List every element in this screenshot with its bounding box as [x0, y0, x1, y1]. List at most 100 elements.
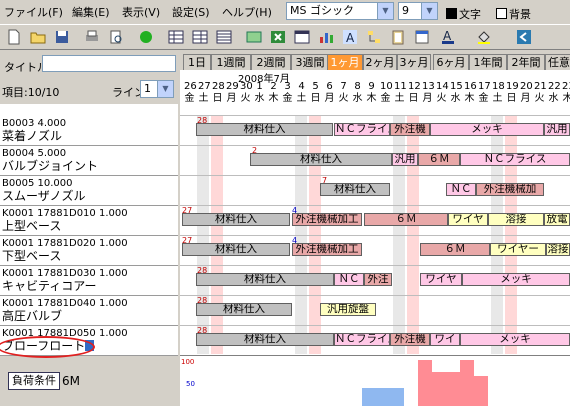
task-bar[interactable]: 放電: [544, 213, 570, 226]
print-icon[interactable]: [84, 29, 100, 45]
list-item[interactable]: B0003 4.000 菜着ノズル: [0, 116, 178, 146]
font-size-value: 9: [402, 4, 409, 17]
task-bar[interactable]: メッキ: [460, 333, 570, 346]
tab-3months[interactable]: 3ヶ月: [397, 54, 431, 70]
task-bar[interactable]: ワイヤー: [490, 243, 546, 256]
task-bar[interactable]: 外注機: [390, 333, 430, 346]
task-bar[interactable]: 材料仕入: [196, 273, 334, 286]
menu-edit[interactable]: 編集(E): [72, 4, 110, 20]
title-input[interactable]: [42, 55, 176, 72]
task-bar[interactable]: 材料仕入: [250, 153, 392, 166]
task-bar[interactable]: 材料仕入: [196, 123, 333, 136]
chevron-down-icon[interactable]: ▼: [421, 3, 437, 19]
histogram-bar: [390, 388, 404, 406]
green-dot-icon[interactable]: [138, 29, 154, 45]
list-item[interactable]: B0005 10.000 スムーザノズル: [0, 176, 178, 206]
task-bar[interactable]: ＮＣ: [334, 273, 364, 286]
chevron-down-icon[interactable]: ▼: [157, 81, 173, 97]
grid1-icon[interactable]: [168, 29, 184, 45]
grid3-icon[interactable]: [216, 29, 232, 45]
task-bar[interactable]: ＮＣフライス: [460, 153, 570, 166]
task-bar[interactable]: ワイヤ: [448, 213, 488, 226]
task-bar[interactable]: ６Ｍ: [418, 153, 460, 166]
task-bar[interactable]: メッキ: [462, 273, 570, 286]
tab-3weeks[interactable]: 3週間: [291, 54, 329, 70]
line-select[interactable]: 1 ▼: [140, 80, 174, 98]
tab-1year[interactable]: 1年間: [469, 54, 507, 70]
task-bar[interactable]: 材料仕入: [196, 333, 334, 346]
task-bar[interactable]: 材料仕入: [182, 243, 290, 256]
task-bar[interactable]: 汎用: [544, 123, 570, 136]
text-color-swatch: [446, 8, 457, 19]
histogram-bar: [432, 372, 446, 406]
clipboard-icon[interactable]: [390, 29, 406, 45]
list-item-selected[interactable]: K0001 17881D050 1.000 ブローフロート: [0, 326, 178, 358]
chart-icon[interactable]: [318, 29, 334, 45]
histogram-bar: [460, 360, 474, 406]
task-bar[interactable]: 材料仕入: [196, 303, 292, 316]
task-bar[interactable]: 外注機械加工: [292, 213, 362, 226]
preview-icon[interactable]: [108, 29, 124, 45]
task-bar[interactable]: ６Ｍ: [420, 243, 490, 256]
tab-2weeks[interactable]: 2週間: [251, 54, 291, 70]
font-name-value: MS ゴシック: [290, 4, 354, 17]
weekday-label: 日: [506, 93, 517, 104]
task-bar[interactable]: ワイヤ: [420, 273, 462, 286]
fill-color-icon[interactable]: [476, 29, 492, 45]
bg-color-check[interactable]: 背景: [496, 6, 531, 22]
open-icon[interactable]: [30, 29, 46, 45]
chevron-down-icon[interactable]: ▼: [377, 3, 393, 19]
menu-help[interactable]: ヘルプ(H): [222, 4, 272, 20]
task-bar[interactable]: ６Ｍ: [364, 213, 448, 226]
list-item[interactable]: K0001 17881D020 1.000 下型ベース: [0, 236, 178, 266]
font-name-select[interactable]: MS ゴシック ▼: [286, 2, 394, 20]
window-icon[interactable]: [294, 29, 310, 45]
list-item[interactable]: K0001 17881D010 1.000 上型ベース: [0, 206, 178, 236]
text-color-check[interactable]: 文字: [446, 6, 481, 22]
excel-icon[interactable]: [270, 29, 286, 45]
task-bar[interactable]: ＮＣフライス: [334, 123, 390, 136]
tab-1day[interactable]: 1日: [183, 54, 211, 70]
task-bar[interactable]: ワイ: [430, 333, 460, 346]
text-a-icon[interactable]: A: [342, 29, 358, 45]
new-icon[interactable]: [6, 29, 22, 45]
task-bar[interactable]: 溶接: [488, 213, 544, 226]
font-color-icon[interactable]: A: [440, 29, 456, 45]
task-bar[interactable]: 溶接: [546, 243, 570, 256]
day-number: 21: [534, 81, 547, 92]
task-bar[interactable]: 外注: [364, 273, 392, 286]
tree-icon[interactable]: [366, 29, 382, 45]
task-bar[interactable]: ＮＣフライス: [334, 333, 390, 346]
grid2-icon[interactable]: [192, 29, 208, 45]
tab-custom[interactable]: 任意: [545, 54, 570, 70]
tab-6months[interactable]: 6ヶ月: [433, 54, 469, 70]
list-item[interactable]: K0001 17881D030 1.000 キャビティコアー: [0, 266, 178, 296]
nav-icon[interactable]: [516, 29, 532, 45]
font-size-select[interactable]: 9 ▼: [398, 2, 438, 20]
task-bar[interactable]: 材料仕入: [320, 183, 390, 196]
image-icon[interactable]: [246, 29, 262, 45]
tab-2months[interactable]: 2ヶ月: [363, 54, 397, 70]
calendar-icon[interactable]: [414, 29, 430, 45]
menu-view[interactable]: 表示(V): [122, 4, 160, 20]
task-bar[interactable]: ＮＣ: [446, 183, 476, 196]
load-condition-button[interactable]: 負荷条件: [8, 372, 60, 390]
task-bar[interactable]: 汎用旋盤: [320, 303, 376, 316]
list-item[interactable]: K0001 17881D040 1.000 高圧バルブ: [0, 296, 178, 326]
task-bar[interactable]: 材料仕入: [182, 213, 290, 226]
tab-1week[interactable]: 1週間: [211, 54, 251, 70]
tab-1month[interactable]: 1ヶ月: [327, 54, 363, 70]
menu-settings[interactable]: 設定(S): [172, 4, 210, 20]
task-bar[interactable]: メッキ: [430, 123, 544, 136]
menu-file[interactable]: ファイル(F): [4, 4, 63, 20]
list-item[interactable]: B0004 5.000 バルブジョイント: [0, 146, 178, 176]
task-bar[interactable]: 汎用: [392, 153, 418, 166]
day-number: 8: [354, 81, 361, 92]
task-bar[interactable]: 外注機: [390, 123, 430, 136]
day-number: 6: [326, 81, 333, 92]
line-select-value: 1: [144, 82, 151, 95]
save-icon[interactable]: [54, 29, 70, 45]
task-bar[interactable]: 外注機械加: [476, 183, 544, 196]
task-bar[interactable]: 外注機械加工: [292, 243, 362, 256]
tab-2years[interactable]: 2年間: [507, 54, 545, 70]
